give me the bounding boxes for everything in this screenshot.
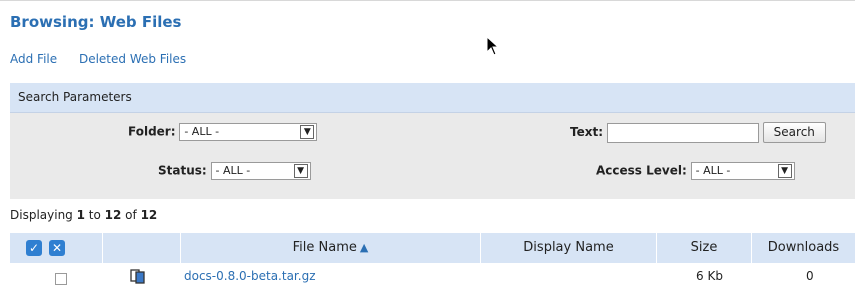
column-file-name[interactable]: File Name ▲ [180, 233, 480, 263]
results-prefix: Displaying [10, 208, 77, 222]
text-row: Text: Search [570, 122, 826, 143]
folder-select-value: - ALL - [184, 125, 220, 138]
search-panel: Search Parameters Folder: - ALL - ▼ Stat… [10, 83, 855, 199]
chevron-down-icon: ▼ [300, 125, 315, 139]
deleted-web-files-link[interactable]: Deleted Web Files [79, 52, 186, 66]
folder-row: Folder: - ALL - ▼ [128, 123, 318, 141]
results-total: 12 [140, 208, 158, 222]
check-icon[interactable]: ✓ [26, 240, 42, 256]
x-icon[interactable]: ✕ [49, 240, 65, 256]
results-to: 12 [104, 208, 122, 222]
mouse-cursor-icon [486, 35, 500, 59]
sort-ascending-icon: ▲ [359, 241, 369, 254]
table-row: docs-0.8.0-beta.tar.gz 6 Kb 0 [10, 265, 855, 292]
add-file-link[interactable]: Add File [10, 52, 57, 66]
results-to-word: to [84, 208, 105, 222]
page-frame: Browsing: Web Files Add File Deleted Web… [0, 0, 855, 291]
page-title: Browsing: Web Files [10, 13, 182, 31]
search-section-label: Search Parameters [10, 83, 855, 113]
access-level-row: Access Level: - ALL - ▼ [596, 162, 795, 180]
search-text-input[interactable] [606, 122, 759, 143]
action-links: Add File Deleted Web Files [10, 52, 204, 66]
column-downloads[interactable]: Downloads [751, 233, 855, 263]
status-select[interactable]: - ALL - ▼ [210, 162, 311, 180]
header-spacer [102, 233, 180, 263]
status-row: Status: - ALL - ▼ [158, 162, 311, 180]
size-cell: 6 Kb [696, 269, 723, 283]
column-display-name[interactable]: Display Name [480, 233, 656, 263]
chevron-down-icon: ▼ [293, 164, 308, 178]
text-label: Text: [570, 125, 604, 139]
file-name-link[interactable]: docs-0.8.0-beta.tar.gz [184, 269, 316, 283]
results-from: 1 [76, 208, 85, 222]
file-icon [130, 268, 146, 287]
file-name-text[interactable]: docs-0.8.0-beta.tar.gz [184, 269, 316, 283]
results-count: Displaying 1 to 12 of 12 [10, 208, 157, 222]
search-button[interactable]: Search [762, 122, 826, 143]
folder-select[interactable]: - ALL - ▼ [179, 123, 318, 141]
column-size[interactable]: Size [656, 233, 751, 263]
access-level-select[interactable]: - ALL - ▼ [690, 162, 795, 180]
chevron-down-icon: ▼ [777, 164, 792, 178]
status-select-value: - ALL - [215, 164, 251, 177]
downloads-cell: 0 [806, 269, 814, 283]
row-checkbox[interactable] [55, 273, 67, 285]
access-level-label: Access Level: [596, 163, 687, 178]
folder-label: Folder: [128, 124, 176, 139]
column-file-name-label: File Name [292, 240, 357, 255]
status-label: Status: [158, 163, 207, 178]
table-header: ✓ ✕ File Name ▲ Display Name Size Downloa… [10, 233, 855, 263]
access-level-select-value: - ALL - [695, 164, 731, 177]
results-of-word: of [121, 208, 141, 222]
